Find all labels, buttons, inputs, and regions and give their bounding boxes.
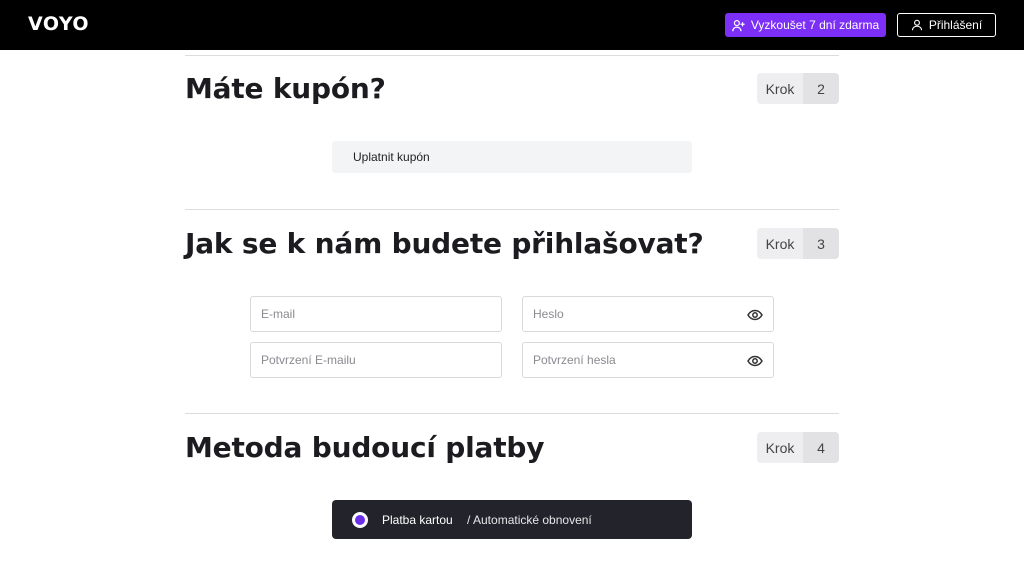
email-field[interactable] [250, 296, 502, 332]
top-navigation-bar: VOYO Vyzkoušet 7 dní zdarma Přihlášení [0, 0, 1024, 50]
step-number: 2 [803, 73, 839, 104]
step-label: Krok [757, 228, 803, 259]
email-confirm-field[interactable] [250, 342, 502, 378]
login-section-title: Jak se k nám budete přihlašovat? [185, 227, 704, 260]
step-label: Krok [757, 73, 803, 104]
section-divider [185, 55, 839, 56]
section-divider [185, 209, 839, 210]
user-icon [911, 19, 923, 31]
coupon-section-title: Máte kupón? [185, 72, 386, 105]
login-label: Přihlášení [928, 18, 983, 32]
eye-icon[interactable] [747, 353, 763, 369]
free-trial-label: Vyzkoušet 7 dní zdarma [750, 18, 880, 32]
login-button[interactable]: Přihlášení [897, 13, 996, 37]
free-trial-button[interactable]: Vyzkoušet 7 dní zdarma [725, 13, 886, 37]
step-badge-2: Krok 2 [757, 73, 839, 104]
payment-option-label: Platba kartou [382, 513, 453, 527]
step-badge-4: Krok 4 [757, 432, 839, 463]
apply-coupon-button[interactable]: Uplatnit kupón [332, 141, 692, 173]
password-confirm-field[interactable] [522, 342, 774, 378]
payment-option-subtitle: / Automatické obnovení [467, 513, 592, 527]
password-confirm-input[interactable] [523, 343, 773, 377]
password-input[interactable] [523, 297, 773, 331]
email-confirm-input[interactable] [251, 343, 501, 377]
voyo-logo[interactable]: VOYO [28, 13, 89, 35]
add-user-icon [732, 19, 745, 32]
section-divider [185, 413, 839, 414]
payment-option-card[interactable]: Platba kartou / Automatické obnovení [332, 500, 692, 539]
payment-section-title: Metoda budoucí platby [185, 431, 545, 464]
email-input[interactable] [251, 297, 501, 331]
eye-icon[interactable] [747, 307, 763, 323]
step-label: Krok [757, 432, 803, 463]
step-number: 4 [803, 432, 839, 463]
password-field[interactable] [522, 296, 774, 332]
payment-radio-selected[interactable] [352, 512, 368, 528]
step-number: 3 [803, 228, 839, 259]
step-badge-3: Krok 3 [757, 228, 839, 259]
